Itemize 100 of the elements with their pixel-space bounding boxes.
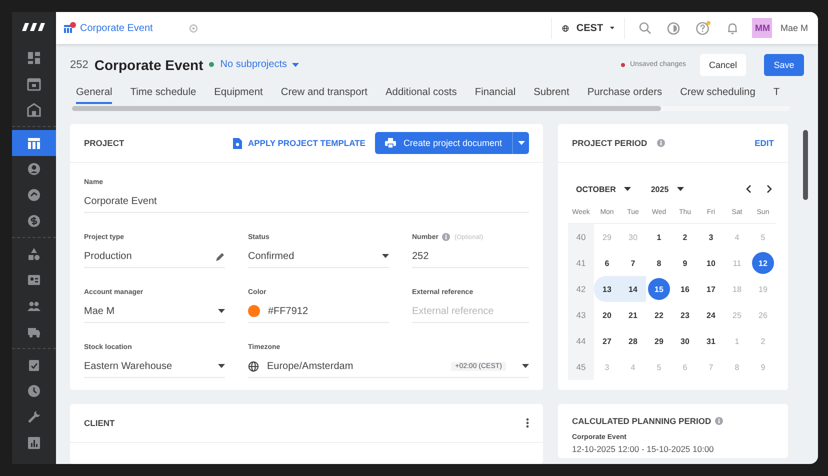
tab[interactable]: T <box>773 86 780 104</box>
table-icon <box>27 136 41 150</box>
info-icon <box>657 139 666 147</box>
input-field[interactable]: Mae M <box>84 300 225 323</box>
tab[interactable]: Subrent <box>534 86 570 104</box>
calendar-day[interactable]: 21 <box>622 304 644 326</box>
calendar-day[interactable]: 15 <box>648 278 670 300</box>
calendar-day[interactable]: 27 <box>596 330 618 352</box>
search-icon[interactable] <box>639 22 652 34</box>
calendar-day[interactable]: 31 <box>700 330 722 352</box>
calendar-icon <box>27 77 41 91</box>
shapes-icon <box>27 247 41 261</box>
calendar-day[interactable]: 8 <box>648 252 670 274</box>
project-number: 252 <box>70 58 88 71</box>
tab[interactable]: Time schedule <box>130 86 196 104</box>
input-field[interactable]: Eastern Warehouse <box>84 355 225 378</box>
card-title: CLIENT <box>84 418 115 428</box>
chart-icon <box>27 436 41 450</box>
caret-icon <box>382 254 389 258</box>
week-number: 42 <box>568 276 594 302</box>
user-name: Mae M <box>780 23 808 33</box>
sidebar-item[interactable] <box>12 130 56 156</box>
week-number: 40 <box>568 224 594 250</box>
month-select[interactable]: OCTOBER <box>576 184 616 194</box>
logo-icon[interactable] <box>22 23 46 31</box>
calendar-day[interactable]: 9 <box>674 252 696 274</box>
calendar-day[interactable]: 1 <box>648 226 670 248</box>
calendar-day[interactable]: 10 <box>700 252 722 274</box>
apply-template-link[interactable]: APPLY PROJECT TEMPLATE <box>232 138 366 148</box>
input-field[interactable]: 252 <box>412 245 529 268</box>
tab[interactable]: Additional costs <box>385 86 457 104</box>
calendar-day[interactable]: 13 <box>596 278 618 300</box>
user-avatar[interactable]: MM <box>752 18 772 38</box>
calendar-icon <box>64 22 76 34</box>
help-icon[interactable] <box>696 21 712 35</box>
scrollbar-thumb[interactable] <box>72 106 661 111</box>
half-circle-icon[interactable] <box>667 22 680 34</box>
dollar-icon <box>27 214 41 228</box>
more-icon[interactable] <box>526 418 529 428</box>
calendar-day[interactable]: 28 <box>622 330 644 352</box>
caret-icon <box>624 187 631 191</box>
tab[interactable]: Financial <box>474 86 516 104</box>
bell-icon[interactable] <box>727 22 738 34</box>
info-icon <box>715 417 724 425</box>
app-tab[interactable]: Corporate Event <box>64 22 189 34</box>
calendar-day[interactable]: 6 <box>596 252 618 274</box>
calendar-day[interactable]: 20 <box>596 304 618 326</box>
info-icon <box>442 233 450 241</box>
save-button[interactable]: Save <box>764 54 804 76</box>
edit-link[interactable]: EDIT <box>754 138 774 148</box>
week-number: 44 <box>568 328 594 354</box>
caret-icon <box>292 62 299 67</box>
caret-icon <box>610 26 614 30</box>
caret-icon <box>676 187 684 191</box>
tab[interactable]: Purchase orders <box>587 86 662 104</box>
clock-icon <box>27 384 41 398</box>
calendar-day[interactable]: 22 <box>648 304 670 326</box>
people-icon <box>27 299 41 313</box>
caret-icon <box>218 309 225 313</box>
calendar-day[interactable]: 2 <box>674 226 696 248</box>
globe-icon <box>248 360 259 372</box>
timezone-select[interactable]: CEST <box>551 18 626 38</box>
calendar-day[interactable]: 30 <box>674 330 696 352</box>
calendar-day[interactable]: 29 <box>648 330 670 352</box>
calendar-day[interactable]: 17 <box>700 278 722 300</box>
cancel-button[interactable]: Cancel <box>700 54 746 76</box>
color-swatch[interactable] <box>248 305 260 317</box>
calendar-day[interactable]: 16 <box>674 278 696 300</box>
chevron-left-icon <box>746 185 751 193</box>
calendar-day[interactable]: 7 <box>622 252 644 274</box>
printer-icon <box>385 138 396 148</box>
scrollbar-thumb[interactable] <box>803 130 808 200</box>
input-field[interactable]: Confirmed <box>248 245 389 268</box>
name-field[interactable]: Corporate Event <box>84 190 529 213</box>
week-number: 43 <box>568 302 594 328</box>
week-number: 45 <box>568 354 594 380</box>
clipboard-check-icon <box>27 358 41 372</box>
calendar-day[interactable]: 23 <box>674 304 696 326</box>
calendar-day[interactable]: 3 <box>700 226 722 248</box>
week-number: 41 <box>568 250 594 276</box>
previous-month-button[interactable] <box>746 185 751 193</box>
calendar-day[interactable]: 12 <box>752 252 774 274</box>
tab[interactable]: General <box>76 86 112 104</box>
year-select[interactable]: 2025 <box>650 184 669 194</box>
tab[interactable]: Crew scheduling <box>680 86 756 104</box>
input-field[interactable]: #FF7912 <box>248 300 389 323</box>
input-field[interactable]: Production <box>84 245 225 268</box>
card-title: CALCULATED PLANNING PERIOD <box>572 416 712 426</box>
next-month-button[interactable] <box>767 185 772 193</box>
unsaved-dot <box>620 62 625 67</box>
card-title: PROJECT PERIOD <box>572 138 648 148</box>
chevron-right-icon <box>767 185 772 193</box>
pencil-icon[interactable] <box>216 252 225 260</box>
subprojects-dropdown[interactable]: No subprojects <box>220 59 299 70</box>
calendar-day[interactable]: 14 <box>622 278 644 300</box>
tab[interactable]: Equipment <box>214 86 263 104</box>
contact-card-icon <box>27 273 41 287</box>
calendar-day[interactable]: 24 <box>700 304 722 326</box>
card-title: PROJECT <box>84 138 124 148</box>
tab[interactable]: Crew and transport <box>280 86 368 104</box>
